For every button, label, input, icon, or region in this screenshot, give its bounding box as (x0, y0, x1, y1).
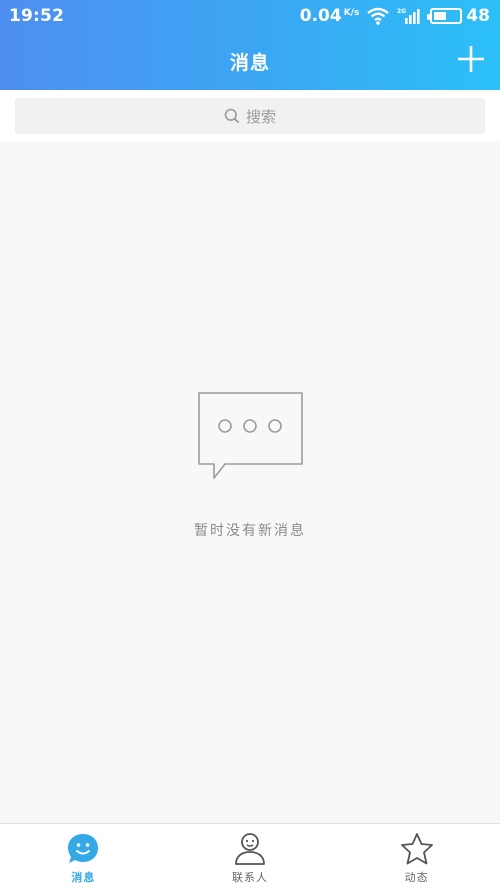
signal-icon: 2G (397, 8, 420, 24)
status-indicators: 0.04 K/s 2G 48 (300, 6, 490, 26)
search-placeholder: 搜索 (245, 107, 276, 126)
battery-level: 48 (466, 6, 490, 26)
page-title: 消息 (229, 51, 270, 74)
network-type-label: 2G (397, 8, 406, 15)
search-bar: 搜索 (0, 90, 500, 142)
empty-state-message: 暂时没有新消息 (194, 523, 306, 539)
network-speed: 0.04 K/s (300, 6, 360, 26)
bottom-tab-bar: 消息 联系人 动态 (0, 823, 500, 888)
network-speed-unit: K/s (343, 8, 360, 18)
message-list-empty: 暂时没有新消息 (0, 142, 500, 823)
app-header: 19:52 0.04 K/s 2G 48 消息 (0, 0, 500, 90)
battery-indicator: 48 (427, 6, 490, 26)
search-icon (224, 108, 240, 124)
plus-icon[interactable] (456, 44, 486, 74)
tab-contacts[interactable]: 联系人 (167, 824, 334, 888)
status-bar: 19:52 0.04 K/s 2G 48 (0, 0, 500, 32)
star-icon (400, 833, 433, 865)
search-input[interactable]: 搜索 (15, 98, 485, 134)
tab-label: 动态 (404, 871, 429, 884)
tab-messages[interactable]: 消息 (0, 824, 167, 888)
chat-bubble-icon (198, 392, 303, 479)
network-speed-value: 0.04 (299, 6, 342, 26)
title-bar: 消息 (0, 32, 500, 90)
tab-label: 联系人 (232, 871, 268, 884)
person-icon (235, 833, 265, 865)
battery-icon (427, 8, 463, 24)
smiley-chat-icon (68, 834, 99, 863)
wifi-icon (367, 7, 390, 25)
tab-moments[interactable]: 动态 (333, 824, 500, 888)
status-time: 19:52 (9, 6, 65, 26)
battery-fill (434, 12, 446, 20)
tab-label: 消息 (71, 871, 96, 884)
